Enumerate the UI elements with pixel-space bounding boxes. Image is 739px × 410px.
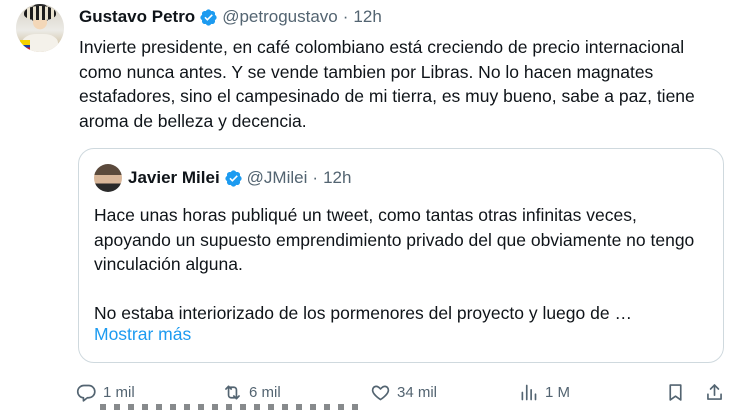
author-handle[interactable]: @petrogustavo	[222, 7, 338, 27]
quoted-author-handle: @JMilei	[246, 168, 308, 187]
author-avatar[interactable]	[16, 4, 64, 52]
repost-count: 6 mil	[249, 383, 281, 401]
quoted-author-avatar	[94, 164, 122, 192]
bookmark-icon	[669, 383, 682, 401]
views-count: 1 M	[545, 383, 571, 401]
reply-icon	[76, 384, 96, 402]
next-tweet-cutoff	[100, 404, 360, 410]
avatar-flag	[20, 40, 30, 50]
tweet-text: Invierte presidente, en café colombiano …	[79, 37, 695, 131]
like-button[interactable]: 34 mil	[370, 378, 437, 406]
repost-icon	[225, 385, 240, 399]
action-bar: 1 mil 6 mil 34 mil 1 M	[76, 378, 726, 406]
header-separator: ·	[342, 7, 349, 26]
share-button[interactable]	[704, 378, 725, 406]
bookmark-button[interactable]	[665, 378, 686, 406]
views-button[interactable]: 1 M	[518, 378, 570, 406]
tweet-header: Gustavo Petro @petrogustavo · 12h	[79, 6, 382, 28]
reply-count: 1 mil	[103, 383, 135, 401]
quoted-author-name: Javier Milei	[128, 168, 220, 187]
reply-button[interactable]: 1 mil	[76, 378, 135, 406]
like-count: 34 mil	[397, 383, 438, 401]
quoted-header-separator: ·	[312, 168, 319, 187]
repost-button[interactable]: 6 mil	[222, 378, 281, 406]
quoted-tweet-time: 12h	[323, 168, 352, 187]
quoted-tweet[interactable]: Javier Milei @JMilei · 12h Hace unas hor…	[78, 148, 724, 363]
verified-badge-icon	[200, 8, 217, 26]
quoted-tweet-header: Javier Milei @JMilei · 12h	[128, 167, 351, 189]
quoted-tweet-text: Hace unas horas publiqué un tweet, como …	[94, 203, 714, 326]
tweet-time[interactable]: 12h	[353, 7, 381, 27]
avatar-hat	[24, 6, 56, 20]
views-icon	[521, 384, 537, 400]
quoted-verified-badge-icon	[225, 169, 242, 187]
author-name[interactable]: Gustavo Petro	[79, 7, 195, 27]
show-more-link[interactable]: Mostrar más	[94, 324, 191, 345]
share-icon	[707, 383, 722, 400]
quoted-paragraph-1: Hace unas horas publiqué un tweet, como …	[94, 205, 695, 275]
tweet[interactable]: Gustavo Petro @petrogustavo · 12h Invier…	[0, 0, 739, 410]
quoted-paragraph-2: No estaba interiorizado de los pormenore…	[94, 303, 632, 324]
heart-icon	[371, 385, 390, 400]
